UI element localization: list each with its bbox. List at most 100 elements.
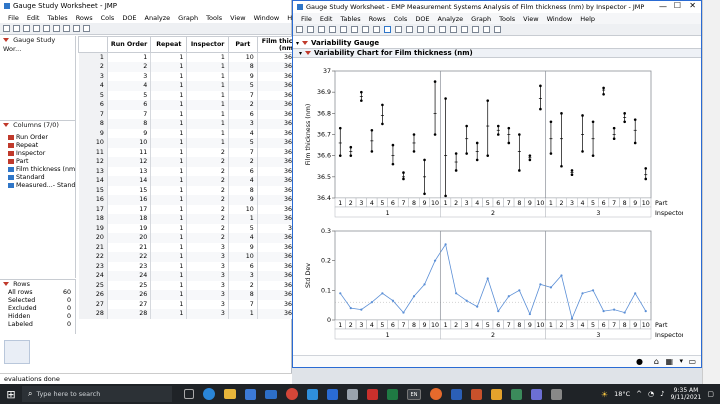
row-number[interactable]: 1 xyxy=(78,52,108,62)
table-cell[interactable]: 1 xyxy=(186,52,229,62)
table-cell[interactable]: 36.65732 xyxy=(257,100,292,110)
table-cell[interactable]: 2 xyxy=(186,157,229,167)
table-cell[interactable]: 3 xyxy=(186,271,229,281)
table-cell[interactable]: 16 xyxy=(107,195,152,205)
table-cell[interactable]: 5 xyxy=(228,138,258,148)
chart-menu-icon[interactable] xyxy=(305,51,312,55)
menu-view[interactable]: View xyxy=(523,15,538,23)
table-cell[interactable]: 3 xyxy=(186,252,229,262)
line-tool-icon[interactable] xyxy=(461,26,468,33)
grabber-icon[interactable] xyxy=(417,26,424,33)
table-cell[interactable]: 1 xyxy=(150,204,188,214)
app-icon[interactable] xyxy=(347,388,358,400)
table-cell[interactable]: 12 xyxy=(107,157,152,167)
paste-icon[interactable] xyxy=(53,25,60,32)
table-cell[interactable]: 1 xyxy=(150,261,188,271)
table-cell[interactable]: 1 xyxy=(150,271,188,281)
table-cell[interactable]: 2 xyxy=(186,223,229,233)
table-row[interactable]: 6611236.65732 xyxy=(78,100,292,110)
edge-icon[interactable] xyxy=(203,388,215,400)
table-cell[interactable]: 28 xyxy=(107,309,152,319)
crosshair-icon[interactable] xyxy=(450,26,457,33)
help-tool-icon[interactable] xyxy=(395,26,402,33)
table-cell[interactable]: 8 xyxy=(228,185,258,195)
table-cell[interactable]: 2 xyxy=(186,233,229,243)
column-header[interactable]: Run Order xyxy=(106,36,152,53)
row-number[interactable]: 14 xyxy=(78,176,108,186)
table-cell[interactable]: 2 xyxy=(186,214,229,224)
column-item[interactable]: Part xyxy=(0,158,75,166)
row-number[interactable]: 8 xyxy=(78,119,108,129)
table-cell[interactable]: 13 xyxy=(107,166,152,176)
table-cell[interactable]: 36.50665 xyxy=(257,214,292,224)
table-cell[interactable]: 36.55921 xyxy=(257,81,292,91)
row-number[interactable]: 16 xyxy=(78,195,108,205)
table-cell[interactable]: 36.60586 xyxy=(257,71,292,81)
app-icon[interactable] xyxy=(511,388,522,400)
table-cell[interactable]: 1 xyxy=(150,119,188,129)
layout-icon[interactable]: ▭ xyxy=(688,357,696,366)
table-cell[interactable]: 26 xyxy=(107,290,152,300)
row-number[interactable]: 7 xyxy=(78,109,108,119)
table-cell[interactable]: 1 xyxy=(150,71,188,81)
column-header[interactable]: Film thickness (nm) xyxy=(256,36,292,53)
table-cell[interactable]: 36.59425 xyxy=(257,195,292,205)
table-row[interactable]: 121212236.47161 xyxy=(78,157,292,167)
table-cell[interactable]: 6 xyxy=(107,100,152,110)
table-row[interactable]: 2211836.69586 xyxy=(78,62,292,72)
table-cell[interactable]: 1 xyxy=(228,309,258,319)
app-icon[interactable] xyxy=(551,388,562,400)
store-icon[interactable] xyxy=(245,388,256,400)
table-row[interactable]: 5511736.65921 xyxy=(78,90,292,100)
table-cell[interactable]: 2 xyxy=(228,157,258,167)
table-cell[interactable]: 27 xyxy=(107,299,152,309)
table-cell[interactable]: 11 xyxy=(107,147,152,157)
table-cell[interactable]: 36.77995 xyxy=(257,271,292,281)
variability-gauge-header[interactable]: ▾ Variability Gauge xyxy=(293,38,701,48)
row-number[interactable]: 22 xyxy=(78,252,108,262)
table-cell[interactable]: 1 xyxy=(186,128,229,138)
row-number[interactable]: 23 xyxy=(78,261,108,271)
table-cell[interactable]: 1 xyxy=(150,214,188,224)
clock-time[interactable]: 9:35 AM xyxy=(674,387,699,394)
table-cell[interactable]: 23 xyxy=(107,261,152,271)
row-number[interactable]: 17 xyxy=(78,204,108,214)
table-cell[interactable]: 7 xyxy=(228,299,258,309)
table-cell[interactable]: 7 xyxy=(228,90,258,100)
table-cell[interactable]: 3 xyxy=(186,309,229,319)
save-icon[interactable] xyxy=(318,26,325,33)
menu-analyze[interactable]: Analyze xyxy=(145,14,171,22)
tray-chevron-icon[interactable]: ^ xyxy=(636,390,642,398)
table-row[interactable]: 282813136.52417 xyxy=(78,309,292,319)
column-item[interactable]: Measured...- Standard xyxy=(0,182,75,190)
table-cell[interactable]: 19 xyxy=(107,223,152,233)
table-cell[interactable]: 5 xyxy=(228,223,258,233)
table-row[interactable]: 232313636.66783 xyxy=(78,261,292,271)
file-explorer-icon[interactable] xyxy=(224,389,236,399)
table-cell[interactable]: 7 xyxy=(228,147,258,157)
text-tool-icon[interactable] xyxy=(472,26,479,33)
table-cell[interactable]: 1 xyxy=(186,81,229,91)
table-cell[interactable]: 36.6153 xyxy=(257,223,292,233)
acrobat-icon[interactable] xyxy=(367,388,378,400)
row-number[interactable]: 19 xyxy=(78,223,108,233)
menu-window[interactable]: Window xyxy=(254,14,280,22)
table-row[interactable]: 181812136.50665 xyxy=(78,214,292,224)
table-cell[interactable]: 2 xyxy=(186,166,229,176)
row-number[interactable]: 21 xyxy=(78,242,108,252)
script-icon[interactable] xyxy=(83,25,90,32)
hand-tool-icon[interactable] xyxy=(406,26,413,33)
table-cell[interactable]: 2 xyxy=(186,204,229,214)
table-cell[interactable]: 25 xyxy=(107,280,152,290)
row-number[interactable]: 9 xyxy=(78,128,108,138)
chart-icon[interactable] xyxy=(73,25,80,32)
table-cell[interactable]: 1 xyxy=(150,90,188,100)
row-number[interactable]: 18 xyxy=(78,214,108,224)
menu-graph[interactable]: Graph xyxy=(178,14,198,22)
table-cell[interactable]: 36.87456 xyxy=(257,138,292,148)
table-cell[interactable]: 36.68889 xyxy=(257,176,292,186)
table-cell[interactable]: 2 xyxy=(228,100,258,110)
table-cell[interactable]: 1 xyxy=(150,52,188,62)
clock-date[interactable]: 9/11/2021 xyxy=(671,394,702,401)
table-cell[interactable]: 1 xyxy=(150,109,188,119)
